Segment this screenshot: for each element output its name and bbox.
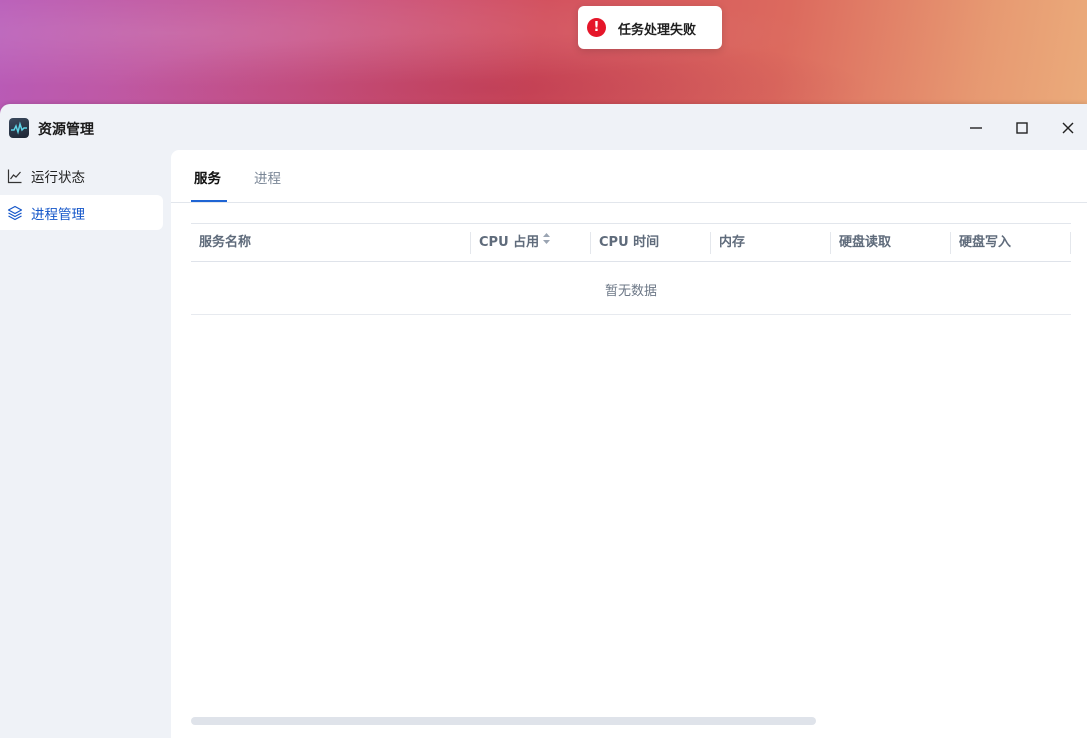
close-button[interactable] bbox=[1055, 115, 1081, 141]
column-header-disk-write[interactable]: 硬盘写入 bbox=[959, 224, 1011, 261]
error-toast: ! 任务处理失败 bbox=[578, 6, 722, 49]
minimize-icon bbox=[970, 127, 982, 129]
maximize-button[interactable] bbox=[1009, 115, 1035, 141]
sidebar-item-label: 运行状态 bbox=[31, 170, 85, 186]
column-divider[interactable] bbox=[1070, 232, 1071, 254]
sidebar: 运行状态 进程管理 bbox=[0, 150, 171, 738]
column-divider[interactable] bbox=[950, 232, 951, 254]
toast-message: 任务处理失败 bbox=[618, 23, 697, 38]
tab-processes[interactable]: 进程 bbox=[254, 167, 281, 187]
sidebar-item-label: 进程管理 bbox=[31, 207, 85, 223]
tab-bar: 服务 进程 bbox=[171, 150, 1087, 203]
empty-state-text: 暂无数据 bbox=[604, 284, 657, 299]
title-bar[interactable]: 资源管理 bbox=[0, 104, 1087, 150]
column-header-memory[interactable]: 内存 bbox=[719, 224, 745, 261]
line-chart-icon bbox=[7, 168, 23, 184]
column-header-label: CPU 占用 bbox=[479, 235, 540, 250]
horizontal-scrollbar[interactable] bbox=[191, 717, 816, 725]
sidebar-item-process-management[interactable]: 进程管理 bbox=[0, 195, 163, 230]
column-header-cpu-usage[interactable]: CPU 占用 bbox=[479, 224, 551, 261]
main-panel: 服务 进程 服务名称 CPU 占用 CPU 时间 内存 硬盘读取 硬盘写入 暂无… bbox=[171, 150, 1087, 738]
layers-icon bbox=[7, 205, 23, 221]
column-header-disk-read[interactable]: 硬盘读取 bbox=[839, 224, 891, 261]
maximize-icon bbox=[1016, 122, 1028, 134]
sidebar-item-status[interactable]: 运行状态 bbox=[0, 158, 163, 193]
column-divider[interactable] bbox=[830, 232, 831, 254]
resource-manager-window: 资源管理 运行状态 进程管理 服务 进程 服务名称 CPU 占用 CPU 时间 … bbox=[0, 104, 1087, 738]
services-table: 服务名称 CPU 占用 CPU 时间 内存 硬盘读取 硬盘写入 暂无数据 bbox=[191, 223, 1071, 315]
tab-services[interactable]: 服务 bbox=[194, 167, 221, 187]
table-header: 服务名称 CPU 占用 CPU 时间 内存 硬盘读取 硬盘写入 bbox=[191, 223, 1071, 262]
window-title: 资源管理 bbox=[38, 122, 94, 138]
active-tab-indicator bbox=[191, 200, 227, 202]
column-divider[interactable] bbox=[710, 232, 711, 254]
column-divider[interactable] bbox=[470, 232, 471, 254]
close-icon bbox=[1062, 122, 1074, 134]
column-header-service-name[interactable]: 服务名称 bbox=[199, 224, 251, 261]
empty-row: 暂无数据 bbox=[191, 262, 1071, 315]
column-divider[interactable] bbox=[590, 232, 591, 254]
error-icon: ! bbox=[587, 18, 606, 37]
sort-icon[interactable] bbox=[542, 223, 551, 260]
column-header-cpu-time[interactable]: CPU 时间 bbox=[599, 224, 659, 261]
minimize-button[interactable] bbox=[963, 115, 989, 141]
resource-monitor-icon bbox=[9, 118, 29, 138]
